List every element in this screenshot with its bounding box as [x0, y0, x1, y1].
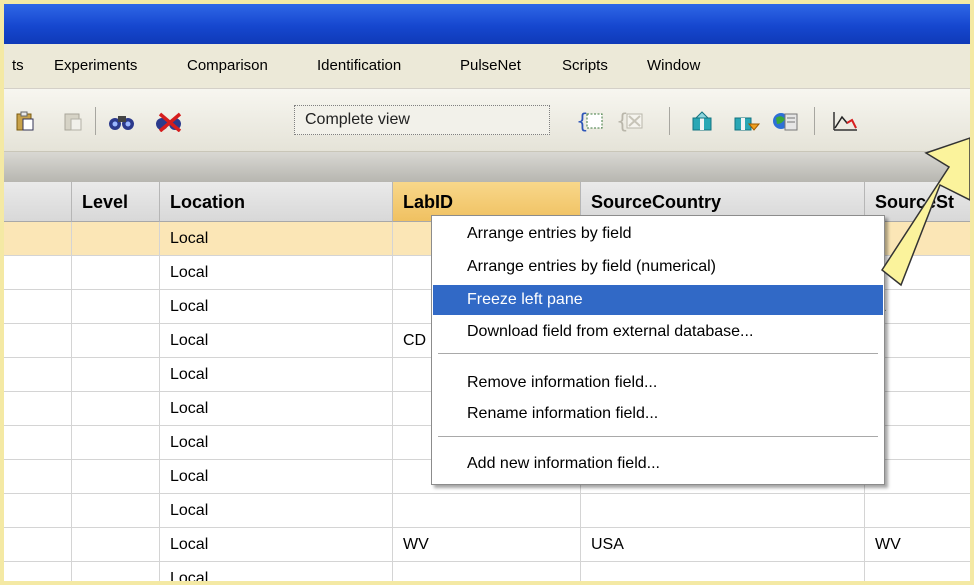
- callout-arrow-icon: [880, 137, 970, 287]
- application-window: ts Experiments Comparison Identification…: [0, 0, 974, 585]
